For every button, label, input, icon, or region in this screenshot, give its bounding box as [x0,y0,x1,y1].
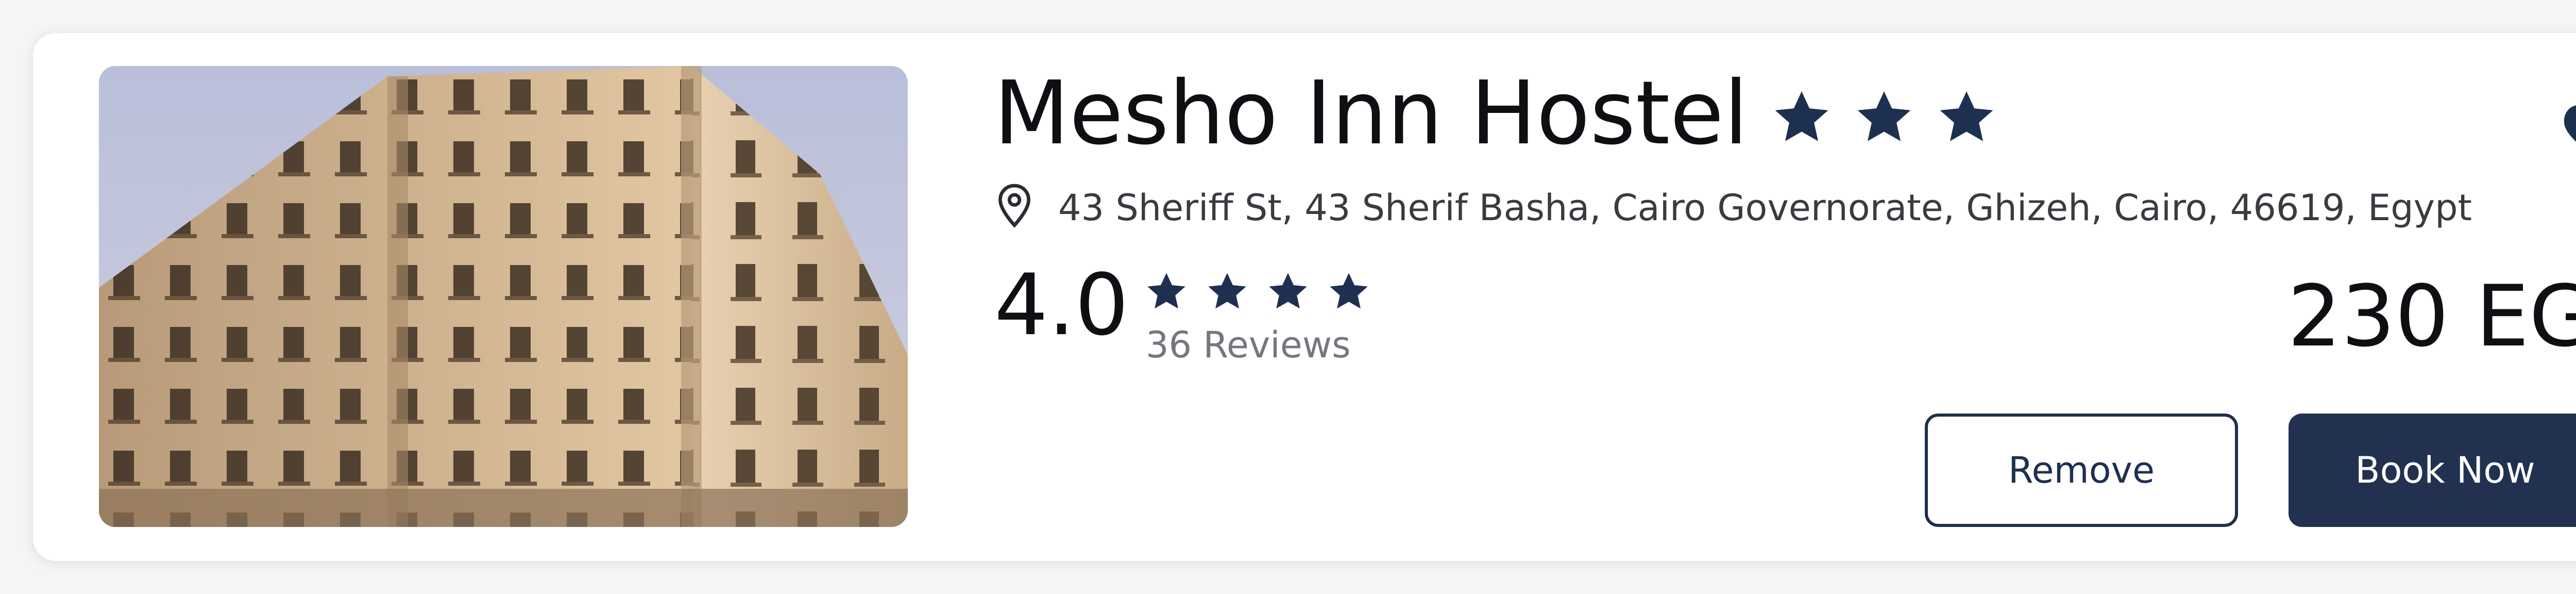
star-icon [1269,273,1307,309]
hotel-building-image [99,66,908,527]
reviews-count-link[interactable]: 36 Reviews [1146,322,1351,368]
remove-button[interactable]: Remove [1925,414,2238,527]
hotel-photo[interactable] [99,66,908,527]
hotel-card: Mesho Inn Hostel 43 Sheriff St, 43 Sheri… [33,33,2576,561]
star-icon [1330,273,1368,309]
star-icon [1147,273,1185,309]
book-now-button[interactable]: Book Now [2289,414,2576,527]
rating-value: 4.0 [994,256,1129,354]
location-pin-icon [998,184,1030,228]
review-star-rating [1143,268,1372,315]
price: 230 EG [2287,267,2576,366]
hotel-address: 43 Sheriff St, 43 Sherif Basha, Cairo Go… [1058,187,2472,229]
star-icon [1857,91,1911,141]
star-icon [1775,91,1828,141]
heart-icon[interactable] [2561,100,2576,157]
star-icon [1208,273,1246,309]
hotel-star-rating [1769,85,1999,150]
hotel-name: Mesho Inn Hostel [994,62,1749,164]
star-icon [1940,91,1993,141]
